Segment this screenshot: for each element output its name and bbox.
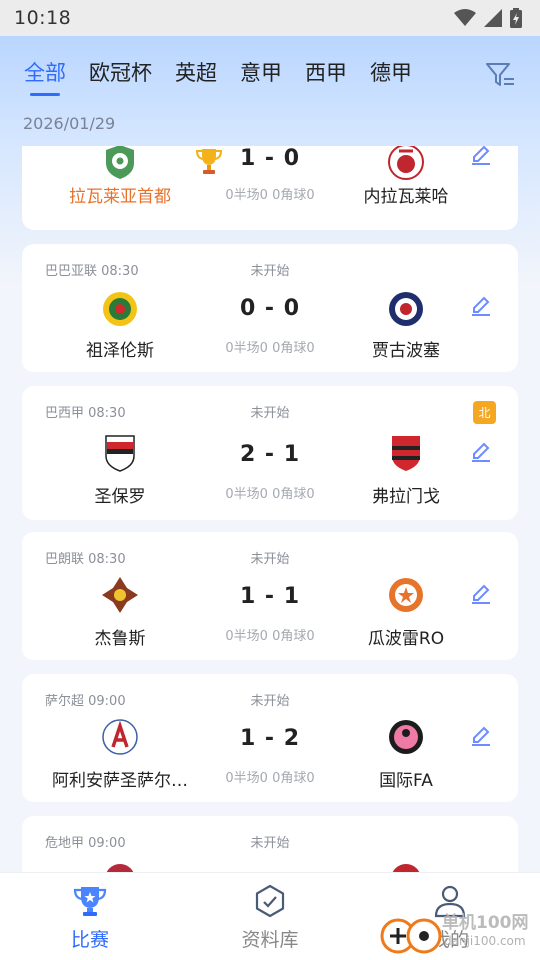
match-list: 1 - 0 拉瓦莱亚首都 0半场0 0角球0 内拉瓦莱哈 巴巴亚联 08:30 … <box>0 146 540 872</box>
away-team-name: 国际FA <box>379 771 433 791</box>
edit-icon[interactable] <box>470 724 492 746</box>
away-team-name: 瓜波雷RO <box>367 629 445 649</box>
match-card[interactable]: 1 - 0 拉瓦莱亚首都 0半场0 0角球0 内拉瓦莱哈 <box>22 146 518 230</box>
status-time: 10:18 <box>14 7 72 29</box>
match-status: 未开始 <box>250 406 290 421</box>
edit-icon[interactable] <box>470 582 492 604</box>
live-badge: 北 <box>473 401 496 424</box>
trophy-icon <box>73 887 107 916</box>
edit-icon[interactable] <box>470 440 492 462</box>
tab-all[interactable]: 全部 <box>24 56 66 96</box>
match-status: 未开始 <box>250 552 290 567</box>
nav-matches[interactable]: 比赛 <box>30 883 150 952</box>
away-team-logo <box>392 436 420 471</box>
status-icons <box>454 8 522 28</box>
match-status: 未开始 <box>250 264 290 279</box>
away-team-logo <box>388 146 424 180</box>
filter-icon[interactable] <box>484 58 516 90</box>
match-status: 未开始 <box>250 694 290 709</box>
watermark: 单机100网 danji100.com <box>380 902 536 958</box>
away-team-logo <box>392 864 420 872</box>
match-score: 1 - 1 <box>239 584 301 609</box>
tab-bundesliga[interactable]: 德甲 <box>370 56 412 90</box>
home-team-logo <box>106 864 134 872</box>
away-team-name: 贾古波塞 <box>372 341 440 361</box>
away-team-name: 内拉瓦莱哈 <box>363 187 449 207</box>
match-card[interactable]: 巴朗联 08:30 未开始 1 - 1 杰鲁斯 0半场0 0角球0 瓜波雷RO <box>22 532 518 660</box>
status-bar: 10:18 <box>0 0 540 36</box>
database-icon <box>255 884 285 918</box>
away-team-logo <box>389 292 423 326</box>
tab-serie-a[interactable]: 意甲 <box>240 56 282 90</box>
match-card[interactable]: 巴西甲 08:30 未开始 北 2 - 1 圣保罗 0半场0 0角球0 弗拉门戈 <box>22 386 518 520</box>
tab-champions-league[interactable]: 欧冠杯 <box>89 56 152 90</box>
tab-premier-league[interactable]: 英超 <box>175 56 217 90</box>
match-score: 0 - 0 <box>239 296 301 321</box>
away-team-name: 弗拉门戈 <box>372 487 440 507</box>
match-card[interactable]: 萨尔超 09:00 未开始 1 - 2 阿利安萨圣萨尔… 0半场0 0角球0 国… <box>22 674 518 802</box>
match-score: 1 - 0 <box>239 146 301 171</box>
tab-la-liga[interactable]: 西甲 <box>305 56 347 90</box>
match-card[interactable]: 巴巴亚联 08:30 未开始 0 - 0 祖泽伦斯 0半场0 0角球0 贾古波塞 <box>22 244 518 372</box>
watermark-brand: 单机100网 <box>442 913 529 933</box>
watermark-logo <box>380 918 442 954</box>
edit-icon[interactable] <box>470 294 492 316</box>
away-team-logo <box>389 578 423 612</box>
battery-icon <box>510 8 522 28</box>
edit-icon[interactable] <box>470 146 492 165</box>
signal-icon <box>484 9 502 27</box>
match-score: 2 - 1 <box>239 442 301 467</box>
match-card[interactable]: 危地甲 09:00 未开始 <box>22 816 518 872</box>
match-status: 未开始 <box>250 836 290 851</box>
league-tabs: 全部 欧冠杯 英超 意甲 西甲 德甲 <box>24 56 520 100</box>
match-score: 1 - 2 <box>239 726 301 751</box>
watermark-url: danji100.com <box>444 934 526 948</box>
nav-label-database: 资料库 <box>241 929 299 951</box>
nav-database[interactable]: 资料库 <box>210 883 330 952</box>
away-team-logo <box>389 720 423 754</box>
match-date: 2026/01/29 <box>23 114 116 133</box>
wifi-icon <box>454 9 476 26</box>
nav-label-matches: 比赛 <box>70 929 109 951</box>
